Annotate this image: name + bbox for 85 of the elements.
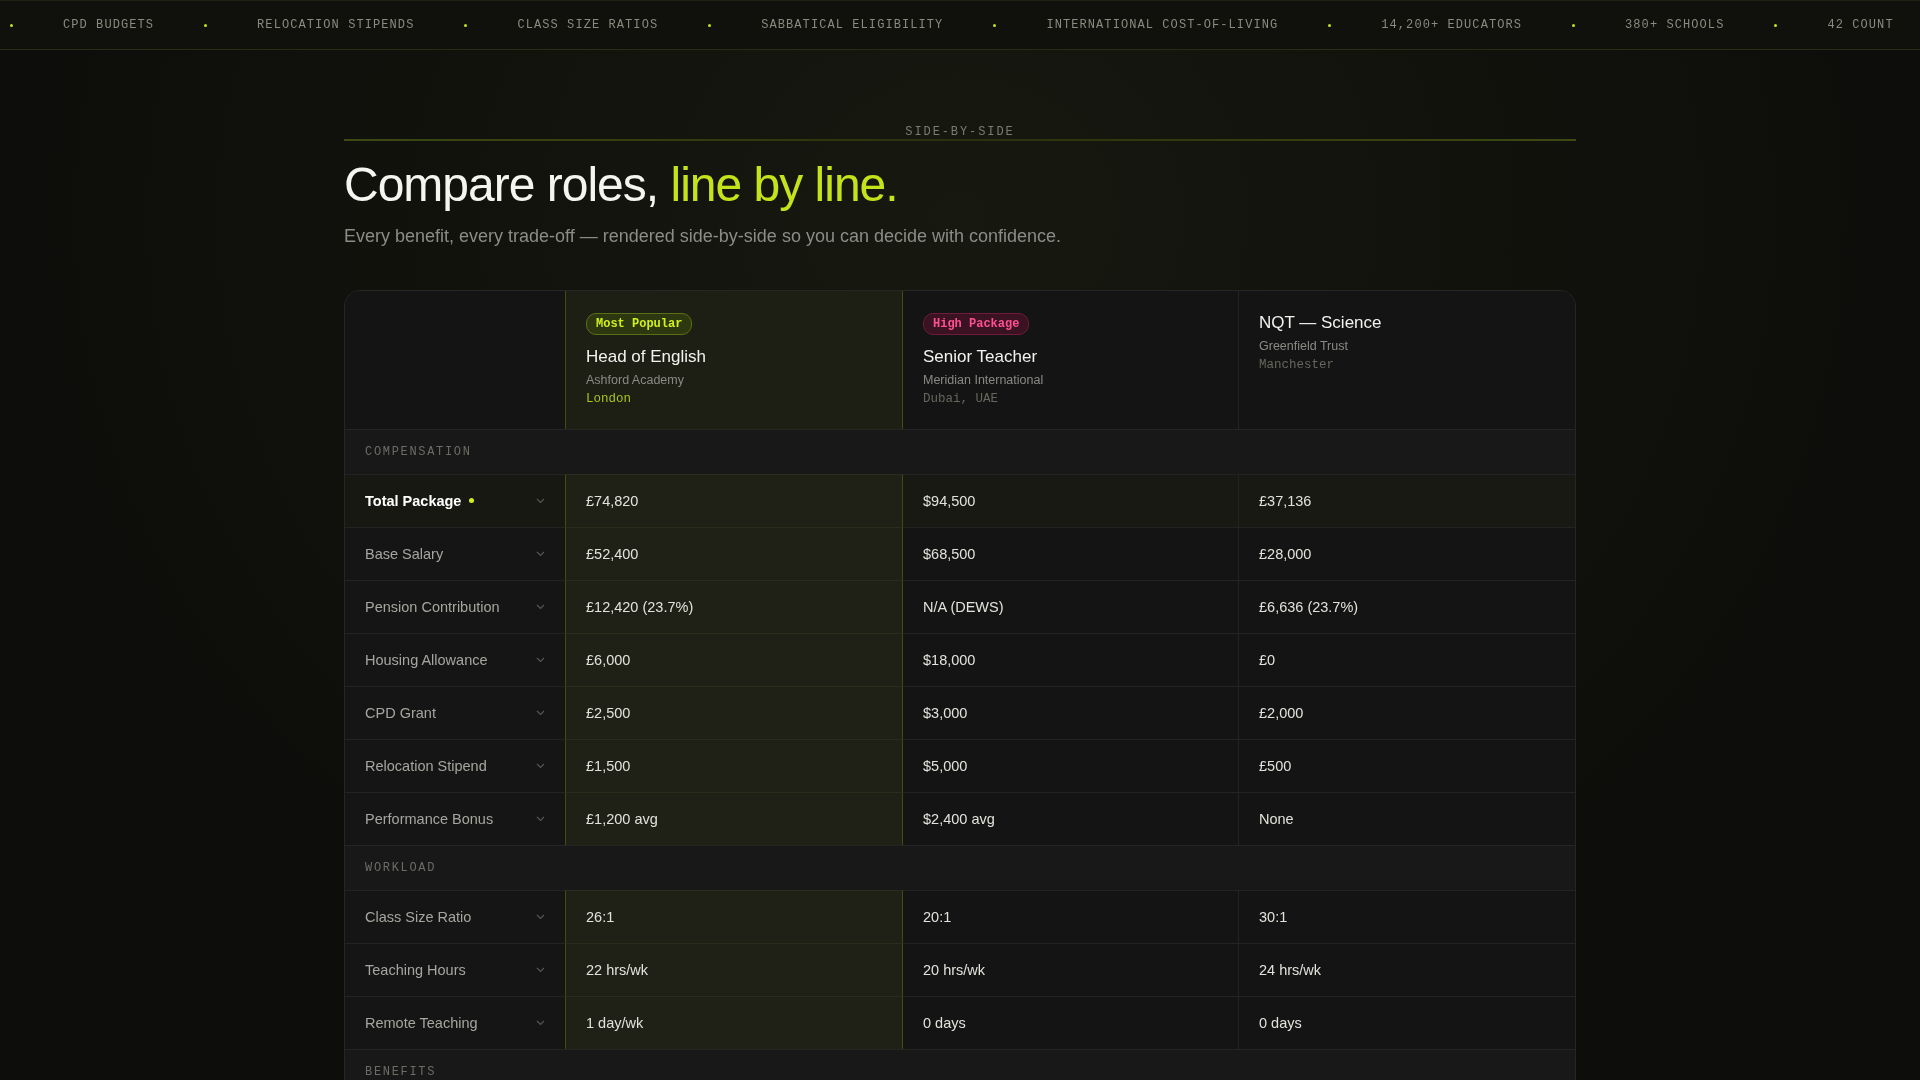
chevron-down-icon[interactable] [536,656,545,663]
separator-dot [10,23,13,27]
table-cell: £500 [1238,738,1575,792]
ticker-item: 380+ SCHOOLS [1625,18,1725,32]
section-eyebrow: SIDE-BY-SIDE [904,125,1016,139]
table-cell: £2,500 [565,685,902,739]
section-title: BENEFITS [365,1064,437,1079]
table-cell: $94,500 [902,473,1238,527]
ticker-item: RELOCATION STIPENDS [257,18,415,32]
separator-dot [1328,23,1332,27]
table-cell: 20 hrs/wk [902,942,1238,996]
table-cell: 22 hrs/wk [565,942,902,996]
separator-dot [464,23,468,27]
table-cell: $5,000 [902,738,1238,792]
row-label: Base Salary [365,545,444,562]
ticker-item: 14,200+ EDUCATORS [1381,18,1523,32]
role-badge: High Package [923,312,1030,335]
page-subtitle: Every benefit, every trade-off — rendered side-by-side so you can decide with confidence. [344,225,1063,247]
row-label: Teaching Hours [365,961,466,978]
role-title: Senior Teacher [923,346,1038,367]
table-cell: N/A (DEWS) [902,579,1238,633]
table-cell: 20:1 [902,889,1238,943]
highlight-dot [469,498,475,504]
separator-dot [993,23,997,27]
table-cell: 30:1 [1238,889,1575,943]
table-cell: £12,420 (23.7%) [565,579,902,633]
row-label: Class Size Ratio [365,908,472,925]
chevron-down-icon[interactable] [536,913,545,920]
table-cell: $3,000 [902,685,1238,739]
table-cell: £6,000 [565,632,902,686]
chevron-down-icon[interactable] [536,815,545,822]
role-title: Head of English [586,346,707,367]
table-cell: £28,000 [1238,526,1575,580]
row-label: CPD Grant [365,704,436,721]
table-cell: $18,000 [902,632,1238,686]
table-cell: £1,200 avg [565,791,902,845]
table-cell: $2,400 avg [902,791,1238,845]
chevron-down-icon[interactable] [536,762,545,769]
school-name: Ashford Academy [586,372,684,387]
separator-dot [708,23,712,27]
ticker-item: CPD BUDGETS [63,18,155,32]
chevron-down-icon[interactable] [536,1019,545,1026]
separator-dot [1572,23,1576,27]
ticker-item: INTERNATIONAL COST-OF-LIVING [1046,18,1279,32]
chevron-down-icon[interactable] [536,709,545,716]
table-cell: £2,000 [1238,685,1575,739]
separator-dot [204,23,208,27]
page-title: Compare roles, line by line. [344,159,899,212]
section-title: WORKLOAD [365,860,437,875]
table-cell: £52,400 [565,526,902,580]
table-cell: £0 [1238,632,1575,686]
table-cell: 0 days [1238,995,1575,1049]
role-location: Manchester [1259,357,1334,372]
chevron-down-icon[interactable] [536,966,545,973]
table-cell: £6,636 (23.7%) [1238,579,1575,633]
ticker-item: CLASS SIZE RATIOS [517,18,659,32]
row-label: Housing Allowance [365,651,488,668]
table-cell: $68,500 [902,526,1238,580]
table-cell: None [1238,791,1575,845]
chevron-down-icon[interactable] [536,497,545,504]
role-location: Dubai, UAE [923,391,998,406]
row-label: Total Package [365,492,462,509]
table-cell: £74,820 [565,473,902,527]
chevron-down-icon[interactable] [536,603,545,610]
row-label: Pension Contribution [365,598,500,615]
school-name: Meridian International [923,372,1044,387]
role-title: NQT — Science [1259,312,1382,333]
ticker-item: SABBATICAL ELIGIBILITY [761,18,944,32]
table-cell: 24 hrs/wk [1238,942,1575,996]
row-label: Performance Bonus [365,810,494,827]
row-label: Remote Teaching [365,1014,478,1031]
table-cell: 26:1 [565,889,902,943]
chevron-down-icon[interactable] [536,550,545,557]
separator-dot [1774,23,1778,27]
section-title: COMPENSATION [365,444,472,459]
table-cell: £37,136 [1238,473,1575,527]
role-location: London [586,391,631,406]
row-label: Relocation Stipend [365,757,487,774]
table-cell: £1,500 [565,738,902,792]
table-cell: 0 days [902,995,1238,1049]
role-badge: Most Popular [586,312,693,335]
school-name: Greenfield Trust [1259,338,1348,353]
ticker-item: 42 COUNT [1827,18,1894,32]
table-cell: 1 day/wk [565,995,902,1049]
row-label-cell[interactable]: Total Package [345,473,565,527]
